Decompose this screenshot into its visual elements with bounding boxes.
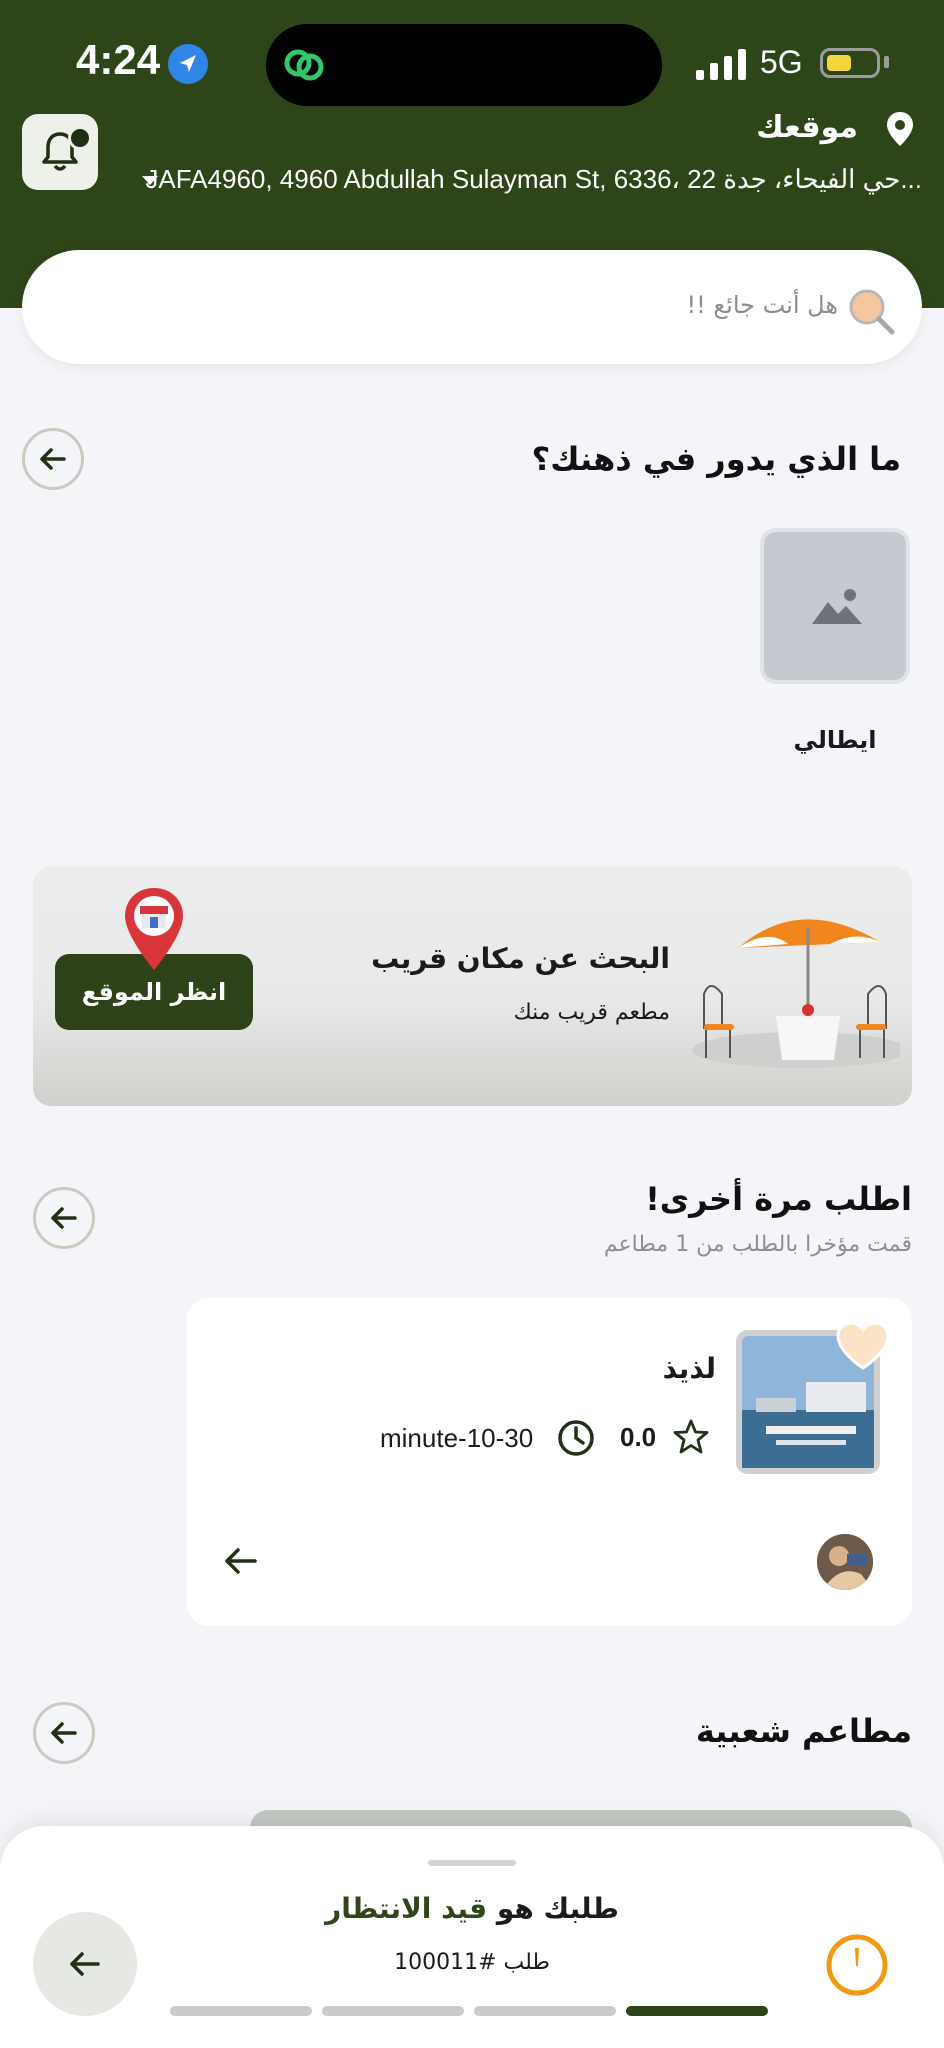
search-placeholder[interactable]: هل أنت جائع !! bbox=[687, 291, 838, 319]
notification-badge bbox=[68, 126, 92, 150]
progress-segment bbox=[474, 2006, 616, 2016]
order-status-prefix: طلبك هو bbox=[487, 1892, 619, 1925]
arrow-left-icon bbox=[40, 448, 66, 470]
order-details-button[interactable] bbox=[33, 1912, 137, 2016]
categories-see-all-button[interactable] bbox=[22, 428, 84, 490]
arrow-left-icon[interactable] bbox=[222, 1544, 260, 1578]
banner-subtitle: مطعم قريب منك bbox=[513, 1000, 670, 1025]
avatar bbox=[817, 1534, 873, 1590]
reorder-title: اطلب مرة أخرى! bbox=[645, 1180, 912, 1218]
arrow-left-icon bbox=[51, 1207, 77, 1229]
arrow-left-icon bbox=[70, 1952, 100, 1976]
progress-segment bbox=[626, 2006, 768, 2016]
notifications-button[interactable] bbox=[22, 114, 98, 190]
popular-see-all-button[interactable] bbox=[33, 1702, 95, 1764]
reorder-see-all-button[interactable] bbox=[33, 1187, 95, 1249]
search-icon[interactable] bbox=[846, 286, 898, 338]
progress-segment bbox=[170, 2006, 312, 2016]
order-progress-bar bbox=[170, 2006, 770, 2018]
favorite-heart-icon[interactable] bbox=[834, 1320, 892, 1372]
star-icon bbox=[673, 1419, 709, 1454]
category-card-italian[interactable] bbox=[760, 528, 910, 684]
category-label: ايطالي bbox=[793, 726, 877, 754]
order-status-highlight: قيد الانتظار bbox=[325, 1892, 488, 1925]
restaurant-rating: 0.0 bbox=[620, 1422, 657, 1452]
restaurant-name: لذيذ bbox=[662, 1352, 716, 1385]
categories-title: ما الذي يدور في ذهنك؟ bbox=[531, 440, 901, 478]
location-title: موقعك bbox=[756, 110, 858, 145]
sheet-handle[interactable] bbox=[428, 1860, 516, 1866]
signal-icon bbox=[696, 49, 746, 80]
chevron-down-icon[interactable] bbox=[142, 176, 158, 185]
delivery-time: minute-10-30 bbox=[380, 1423, 534, 1453]
popular-title: مطاعم شعبية bbox=[695, 1712, 912, 1750]
clock-icon bbox=[558, 1420, 594, 1456]
network-type: 5G bbox=[760, 44, 803, 80]
timer-icon bbox=[826, 1934, 888, 1996]
order-status-text: طلبك هو قيد الانتظار bbox=[0, 1892, 944, 1925]
dynamic-island bbox=[266, 24, 662, 106]
location-services-icon bbox=[168, 44, 208, 84]
link-icon bbox=[284, 49, 324, 81]
arrow-left-icon bbox=[51, 1722, 77, 1744]
image-placeholder-icon bbox=[812, 589, 862, 624]
cafe-table-illustration bbox=[692, 919, 900, 1068]
battery-cap bbox=[884, 56, 889, 68]
banner-title: البحث عن مكان قريب bbox=[371, 942, 670, 975]
reorder-subtitle: قمت مؤخرا بالطلب من 1 مطاعم bbox=[603, 1232, 912, 1257]
map-pin-icon bbox=[125, 888, 183, 970]
progress-segment bbox=[322, 2006, 464, 2016]
address-selector[interactable]: JAFA4960, 4960 Abdullah Sulayman St, 633… bbox=[140, 164, 922, 195]
status-time: 4:24 bbox=[76, 36, 161, 83]
battery-icon bbox=[820, 48, 880, 78]
location-pin-icon bbox=[887, 112, 913, 146]
order-number: طلب #100011 bbox=[394, 1950, 550, 1975]
